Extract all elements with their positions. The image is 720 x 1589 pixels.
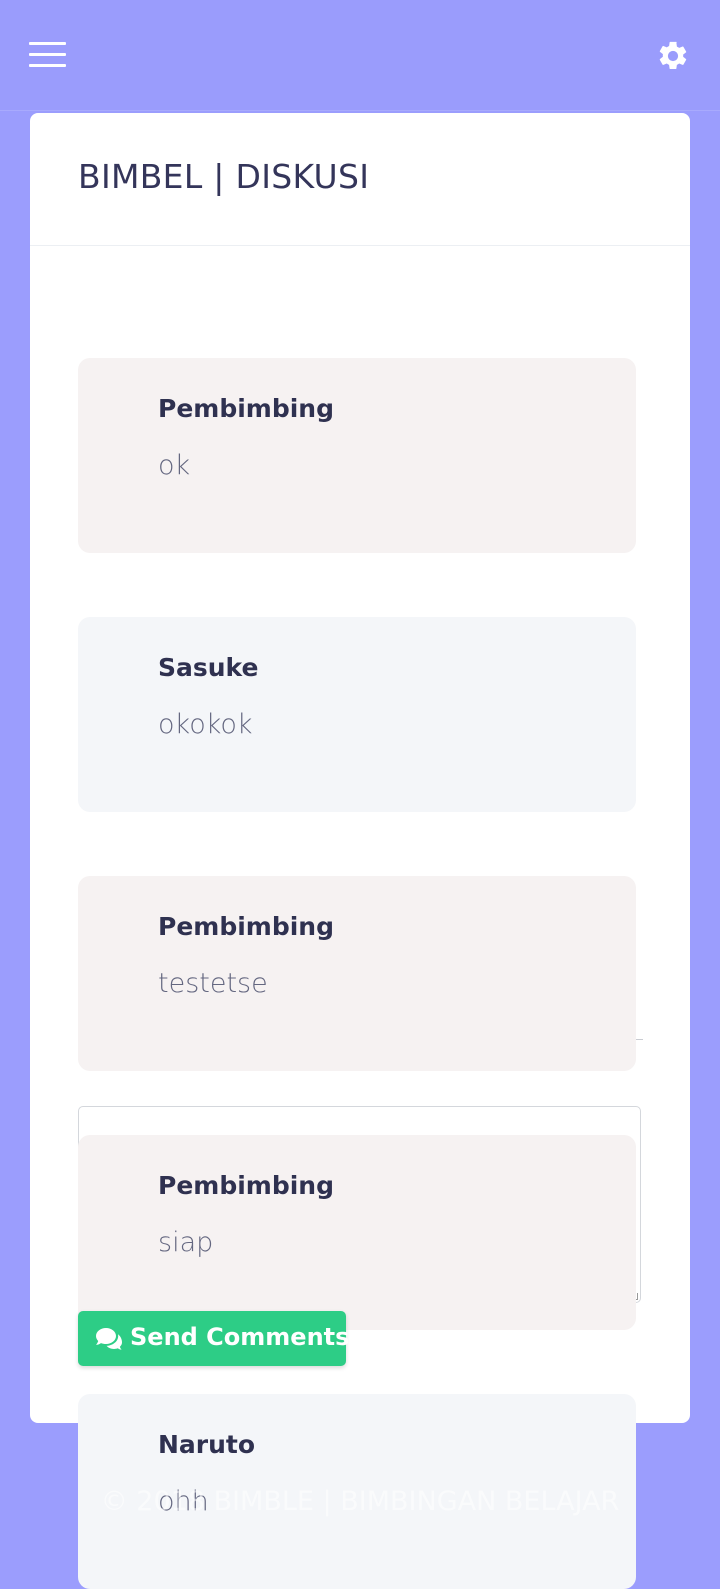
comment-item: Pembimbing testetse: [78, 876, 636, 1071]
comment-text: ok: [158, 450, 191, 481]
comment-author: Pembimbing: [158, 912, 335, 941]
card-header: BIMBEL | DISKUSI: [30, 113, 690, 246]
comment-author: Pembimbing: [158, 1171, 335, 1200]
gear-icon[interactable]: [656, 39, 690, 73]
footer-copyright: © 2018 BIMBLE | BIMBINGAN BELAJAR: [100, 1486, 620, 1517]
comment-text: okokok: [158, 709, 253, 740]
comment-item: Sasuke okokok: [78, 617, 636, 812]
comment-item: Pembimbing siap: [78, 1135, 636, 1330]
send-comments-button[interactable]: Send Comments: [78, 1311, 350, 1366]
comment-author: Naruto: [158, 1430, 256, 1459]
hamburger-menu-icon[interactable]: [29, 42, 66, 68]
comment-text: testetse: [158, 968, 268, 999]
comment-text: siap: [158, 1227, 214, 1258]
comment-author: Pembimbing: [158, 394, 335, 423]
page-title: BIMBEL | DISKUSI: [78, 157, 370, 196]
send-comments-label: Send Comments: [130, 1323, 350, 1351]
comment-item: Pembimbing ok: [78, 358, 636, 553]
top-navbar: [0, 0, 720, 111]
comments-icon: [96, 1328, 122, 1350]
comment-author: Sasuke: [158, 653, 259, 682]
